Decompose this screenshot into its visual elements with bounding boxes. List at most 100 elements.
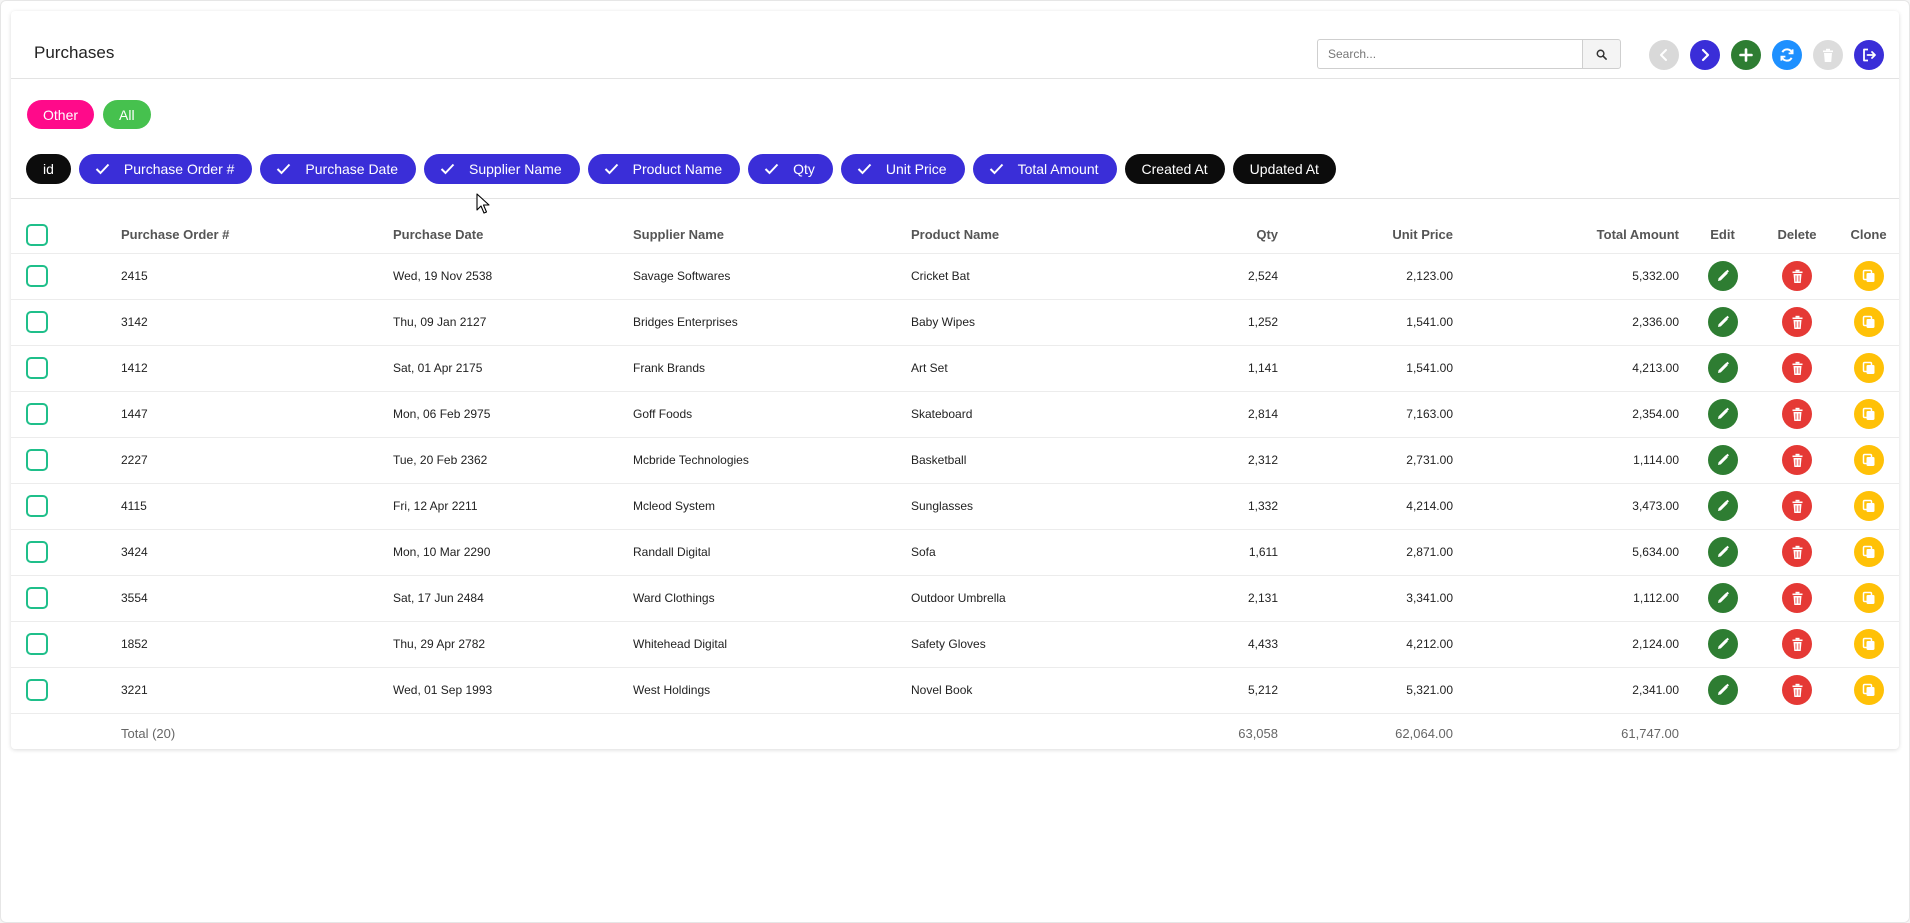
column-toggle-group: id Purchase Order # Purchase Date Suppli… [26, 154, 1336, 184]
cell-qty: 1,332 [1161, 482, 1278, 529]
cell-purchase-order: 1412 [121, 344, 393, 391]
row-checkbox[interactable] [26, 587, 48, 609]
row-checkbox[interactable] [26, 403, 48, 425]
header-total-amount[interactable]: Total Amount [1453, 217, 1679, 253]
row-checkbox[interactable] [26, 633, 48, 655]
edit-button[interactable] [1707, 537, 1738, 567]
pencil-icon [1717, 453, 1729, 465]
next-page-button[interactable] [1690, 40, 1720, 70]
cell-total-amount: 1,114.00 [1453, 436, 1679, 483]
clone-button[interactable] [1853, 491, 1884, 521]
column-toggle-qty[interactable]: Qty [748, 154, 833, 184]
row-checkbox[interactable] [26, 541, 48, 563]
clone-button[interactable] [1853, 261, 1884, 291]
cell-unit-price: 4,214.00 [1278, 482, 1453, 529]
table-total-row: Total (20) 63,058 62,064.00 61,747.00 [11, 712, 1899, 753]
table-row: 1447 Mon, 06 Feb 2975 Goff Foods Skatebo… [11, 390, 1899, 437]
edit-button[interactable] [1707, 583, 1738, 613]
clone-button[interactable] [1853, 675, 1884, 705]
pencil-icon [1717, 269, 1729, 281]
delete-button[interactable] [1782, 353, 1812, 383]
select-all-checkbox[interactable] [26, 223, 48, 246]
column-toggle-total-amount[interactable]: Total Amount [972, 154, 1117, 184]
clone-button[interactable] [1853, 307, 1884, 337]
edit-button[interactable] [1707, 399, 1738, 429]
delete-button[interactable] [1782, 307, 1812, 337]
clone-button[interactable] [1853, 353, 1884, 383]
header-unit-price[interactable]: Unit Price [1278, 217, 1453, 253]
edit-button[interactable] [1707, 445, 1738, 475]
header-qty[interactable]: Qty [1161, 217, 1278, 253]
cell-product-name: Outdoor Umbrella [911, 574, 1161, 621]
column-toggle-created-at[interactable]: Created At [1124, 154, 1225, 184]
delete-button[interactable] [1782, 675, 1812, 705]
header-supplier-name[interactable]: Supplier Name [633, 217, 911, 253]
delete-button[interactable] [1782, 399, 1812, 429]
row-checkbox[interactable] [26, 265, 48, 287]
row-checkbox[interactable] [26, 311, 48, 333]
check-icon [95, 163, 110, 175]
delete-button[interactable] [1782, 445, 1812, 475]
row-select-cell [11, 344, 121, 391]
divider [11, 198, 1899, 199]
cell-delete [1752, 252, 1828, 299]
column-toggle-unit-price[interactable]: Unit Price [840, 154, 965, 184]
pencil-icon [1717, 591, 1729, 603]
logout-button[interactable] [1854, 40, 1884, 70]
row-checkbox[interactable] [26, 679, 48, 701]
clone-button[interactable] [1853, 629, 1884, 659]
row-checkbox[interactable] [26, 495, 48, 517]
edit-button[interactable] [1707, 675, 1738, 705]
cell-edit [1679, 574, 1752, 621]
delete-button[interactable] [1782, 261, 1812, 291]
cell-clone [1828, 298, 1899, 345]
cell-delete [1752, 482, 1828, 529]
cell-product-name: Basketball [911, 436, 1161, 483]
clone-button[interactable] [1853, 583, 1884, 613]
table-row: 2415 Wed, 19 Nov 2538 Savage Softwares C… [11, 252, 1899, 299]
chevron-right-icon [1701, 48, 1710, 62]
edit-button[interactable] [1707, 629, 1738, 659]
clone-button[interactable] [1853, 537, 1884, 567]
cell-purchase-date: Fri, 12 Apr 2211 [393, 482, 633, 529]
edit-button[interactable] [1707, 307, 1738, 337]
refresh-button[interactable] [1772, 40, 1802, 70]
header-product-name[interactable]: Product Name [911, 217, 1161, 253]
edit-button[interactable] [1707, 353, 1738, 383]
filter-other[interactable]: Other [27, 100, 95, 129]
row-checkbox[interactable] [26, 357, 48, 379]
table-row: 2227 Tue, 20 Feb 2362 Mcbride Technologi… [11, 436, 1899, 483]
search-input[interactable] [1317, 39, 1582, 69]
trash-icon [1792, 453, 1802, 467]
table-row: 1412 Sat, 01 Apr 2175 Frank Brands Art S… [11, 344, 1899, 391]
filter-all[interactable]: All [103, 100, 151, 129]
column-toggle-id[interactable]: id [26, 154, 71, 184]
delete-button[interactable] [1782, 583, 1812, 613]
column-toggle-supplier-name[interactable]: Supplier Name [424, 154, 580, 184]
cell-unit-price: 2,123.00 [1278, 252, 1453, 299]
add-button[interactable] [1731, 40, 1761, 70]
trash-icon [1792, 591, 1802, 605]
delete-button[interactable] [1782, 629, 1812, 659]
edit-button[interactable] [1707, 261, 1738, 291]
pencil-icon [1717, 637, 1729, 649]
row-select-cell [11, 574, 121, 621]
pencil-icon [1717, 499, 1729, 511]
column-toggle-updated-at[interactable]: Updated At [1232, 154, 1336, 184]
delete-button[interactable] [1782, 537, 1812, 567]
prev-page-button[interactable] [1649, 40, 1679, 70]
clone-button[interactable] [1853, 399, 1884, 429]
bulk-delete-button[interactable] [1813, 40, 1843, 70]
table-row: 4115 Fri, 12 Apr 2211 Mcleod System Sung… [11, 482, 1899, 529]
column-toggle-purchase-date[interactable]: Purchase Date [260, 154, 417, 184]
search-button[interactable] [1582, 39, 1621, 69]
row-checkbox[interactable] [26, 449, 48, 471]
header-purchase-order[interactable]: Purchase Order # [121, 217, 393, 253]
edit-button[interactable] [1707, 491, 1738, 521]
cell-purchase-order: 4115 [121, 482, 393, 529]
clone-button[interactable] [1853, 445, 1884, 475]
header-purchase-date[interactable]: Purchase Date [393, 217, 633, 253]
column-toggle-product-name[interactable]: Product Name [587, 154, 741, 184]
delete-button[interactable] [1782, 491, 1812, 521]
column-toggle-purchase-order[interactable]: Purchase Order # [78, 154, 253, 184]
